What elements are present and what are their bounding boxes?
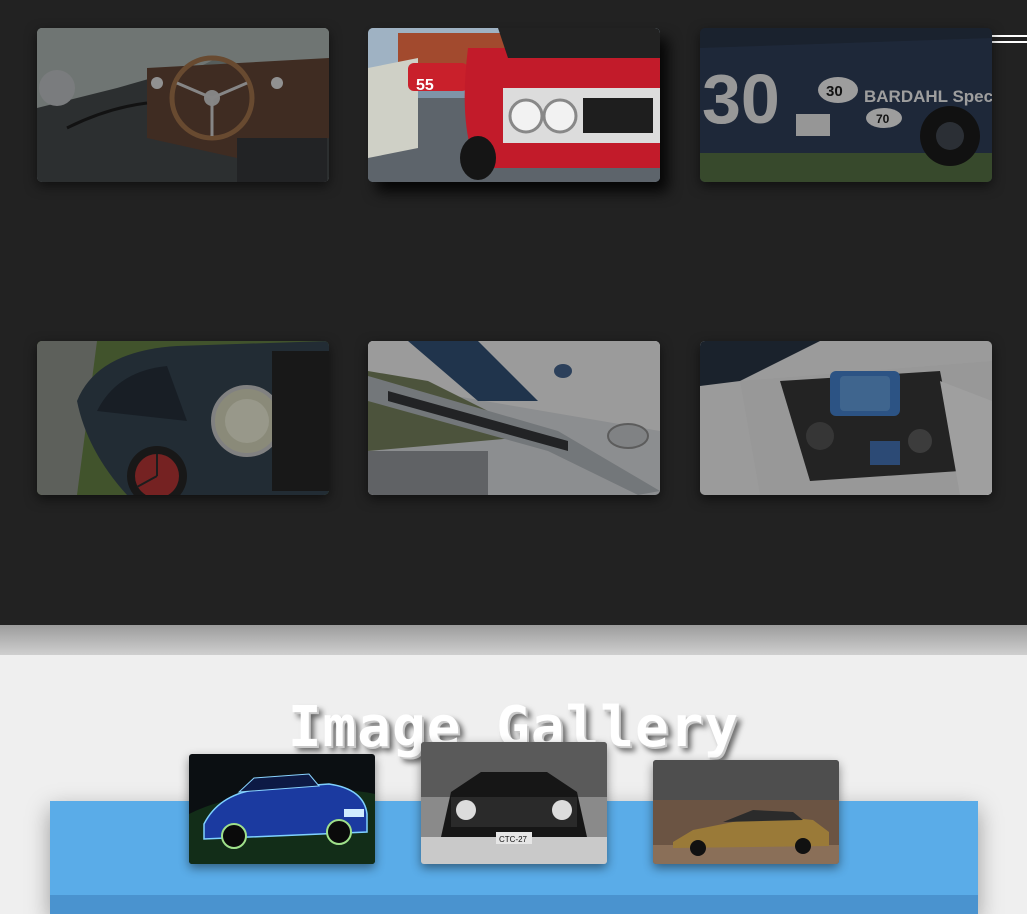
image-gallery-section: Image Gallery CTC-27 (0, 655, 1027, 914)
tile-dim-overlay (368, 28, 660, 182)
tile-dim-overlay (368, 341, 660, 495)
gold-car-photo (653, 760, 839, 864)
gallery-thumb-gold-car[interactable] (653, 760, 839, 864)
hamburger-menu-icon[interactable] (988, 30, 1027, 46)
section-divider (0, 625, 1027, 655)
tile-interior-steering-wheel[interactable] (37, 28, 329, 182)
tile-race-car-30[interactable]: 30 30 BARDAHL Spec 70 (700, 28, 992, 182)
tile-dim-overlay (700, 28, 992, 182)
camaro-bw-photo: CTC-27 (421, 742, 607, 864)
gallery-thumb-blue-mustang[interactable] (189, 754, 375, 864)
tile-vintage-headlamp[interactable] (37, 341, 329, 495)
tile-dim-overlay (37, 28, 329, 182)
menu-line (988, 35, 1027, 37)
photo-grid-section: 55 30 30 BARDAHL Spec 70 (0, 0, 1027, 625)
tile-white-car-bumper[interactable] (368, 341, 660, 495)
tile-engine-bay[interactable] (700, 341, 992, 495)
gallery-thumb-camaro-bw[interactable]: CTC-27 (421, 742, 607, 864)
tile-red-car-front[interactable]: 55 (368, 28, 660, 182)
blue-mustang-art (189, 754, 375, 864)
gallery-panel-footer (50, 895, 978, 914)
tile-dim-overlay (700, 341, 992, 495)
tile-dim-overlay (37, 341, 329, 495)
license-plate: CTC-27 (499, 835, 528, 844)
menu-line (988, 41, 1027, 43)
